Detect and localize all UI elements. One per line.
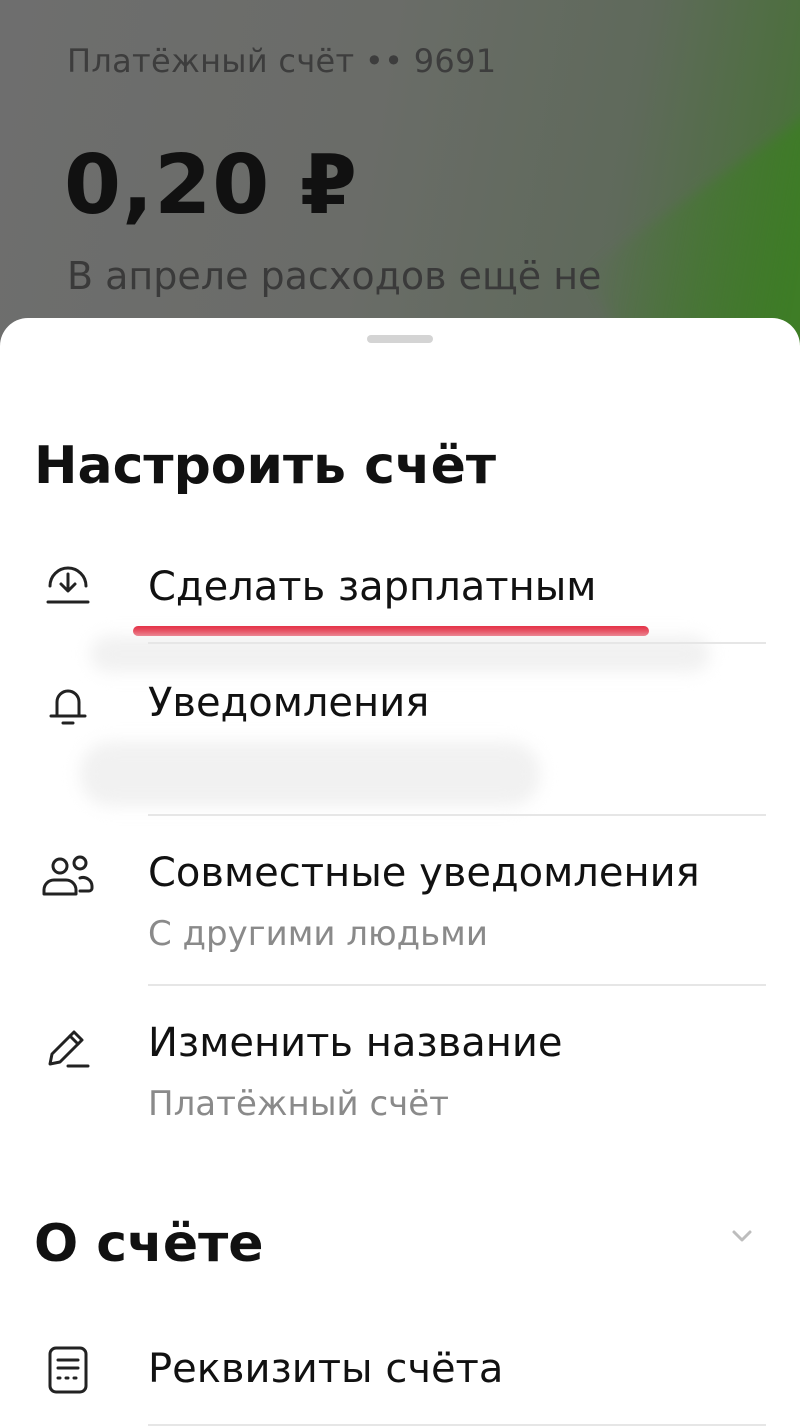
menu-item-subtitle: С другими людьми [148, 914, 488, 954]
menu-item-label: Совместные уведомления [148, 850, 700, 896]
menu-item-rename[interactable]: Изменить название Платёжный счёт [0, 1014, 800, 1154]
menu-item-subtitle: Платёжный счёт [148, 1084, 449, 1124]
account-settings-sheet: Настроить счёт Сделать зарплатным Уведом… [0, 318, 800, 1427]
menu-item-shared-notifications[interactable]: Совместные уведомления С другими людьми [0, 844, 800, 984]
highlight-underline [133, 626, 649, 636]
menu-item-label: Реквизиты счёта [148, 1346, 504, 1392]
chevron-down-icon [728, 1222, 756, 1250]
account-balance: 0,20 ₽ [64, 138, 358, 233]
menu-item-label: Уведомления [148, 680, 430, 726]
document-icon [40, 1342, 96, 1398]
menu-item-label: Сделать зарплатным [148, 564, 597, 610]
people-icon [40, 850, 96, 906]
spending-note: В апреле расходов ещё не [67, 254, 602, 298]
sheet-title: Настроить счёт [34, 436, 497, 496]
divider [148, 1424, 766, 1426]
divider [148, 642, 766, 644]
redacted-area [80, 742, 540, 806]
about-account-title: О счёте [34, 1214, 264, 1274]
divider [148, 814, 766, 816]
bell-icon [40, 678, 96, 734]
sheet-grabber[interactable] [367, 335, 433, 343]
menu-item-label: Изменить название [148, 1020, 563, 1066]
about-account-header[interactable]: О счёте [0, 1206, 800, 1296]
divider [148, 984, 766, 986]
pencil-icon [40, 1020, 96, 1076]
account-label: Платёжный счёт •• 9691 [67, 42, 497, 80]
menu-item-account-details[interactable]: Реквизиты счёта [0, 1338, 800, 1427]
download-circle-icon [40, 558, 96, 614]
